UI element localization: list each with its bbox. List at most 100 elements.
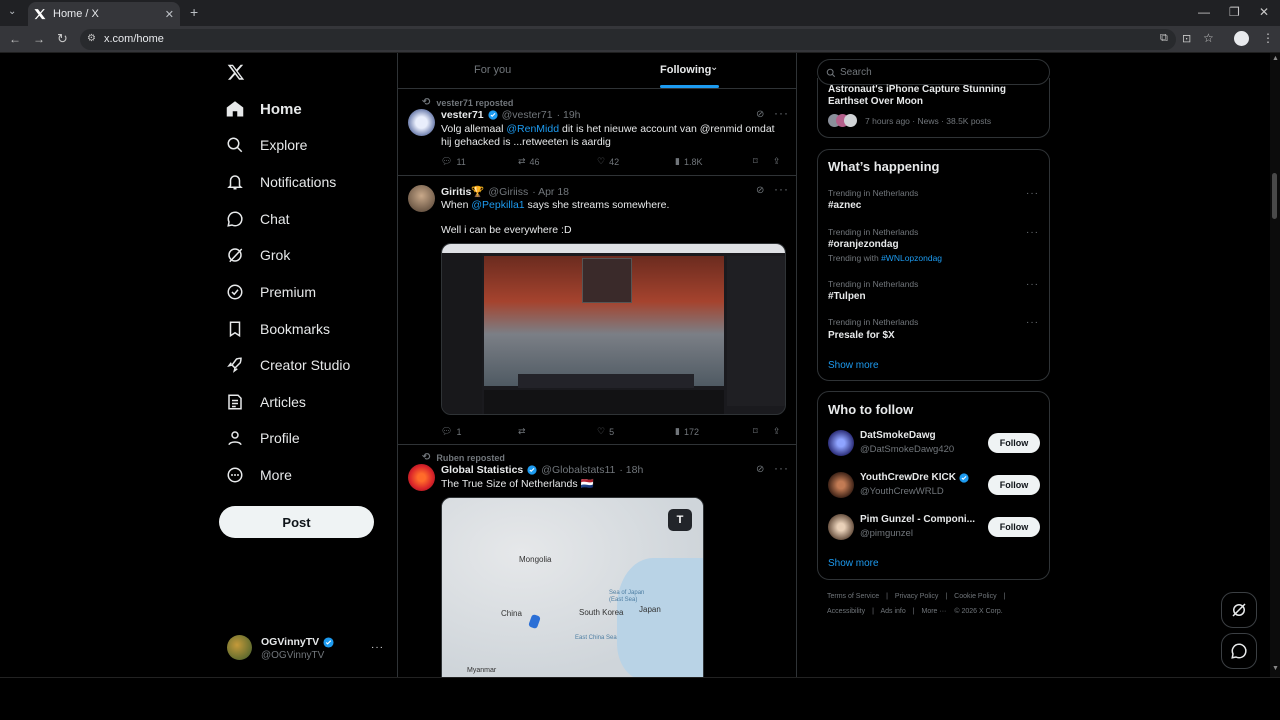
- map-translate-badge[interactable]: T: [668, 509, 692, 531]
- avatar[interactable]: [828, 514, 854, 540]
- trend-name[interactable]: #oranjezondag: [828, 239, 899, 250]
- nav-more[interactable]: More: [226, 461, 292, 489]
- trend-more-icon[interactable]: ···: [1026, 279, 1039, 290]
- restore-icon[interactable]: ❐: [1229, 5, 1240, 19]
- reply-button[interactable]: 💬︎ 1: [441, 426, 461, 437]
- reply-button[interactable]: 💬︎ 11: [441, 156, 466, 167]
- avatar[interactable]: [408, 185, 435, 212]
- grok-explain-icon[interactable]: ⊘: [756, 109, 764, 120]
- new-tab-icon[interactable]: +: [190, 4, 198, 20]
- url-field[interactable]: ⚙ x.com/home: [80, 29, 1176, 50]
- views-button[interactable]: ▮ 172: [675, 426, 699, 437]
- tweet-more-icon[interactable]: ···: [774, 182, 789, 196]
- nav-premium[interactable]: Premium: [226, 278, 316, 306]
- account-name-row[interactable]: OGVinnyTV: [261, 636, 334, 648]
- trend-name[interactable]: #aznec: [828, 200, 861, 211]
- nav-profile[interactable]: Profile: [226, 424, 300, 452]
- tweet-media-image[interactable]: [441, 243, 786, 415]
- follow-button[interactable]: Follow: [988, 433, 1040, 453]
- account-avatar[interactable]: [227, 635, 252, 660]
- tab-search-chevron-icon[interactable]: ⌄: [8, 6, 16, 17]
- x-logo-icon[interactable]: [227, 63, 245, 81]
- nav-chat[interactable]: Chat: [226, 205, 290, 233]
- post-button[interactable]: Post: [219, 506, 374, 538]
- window-close-icon[interactable]: ✕: [1259, 5, 1269, 19]
- forward-icon[interactable]: →: [33, 32, 45, 46]
- author-name[interactable]: vester71: [441, 109, 484, 121]
- nav-creator-studio[interactable]: Creator Studio: [226, 351, 350, 379]
- tweet-time[interactable]: · Apr 18: [532, 186, 569, 198]
- reload-icon[interactable]: ↻: [57, 31, 68, 47]
- like-button[interactable]: ♡ 5: [597, 426, 614, 437]
- footer-cookie-link[interactable]: Cookie Policy: [954, 593, 996, 600]
- follow-suggestion[interactable]: YouthCrewDre KICK @YouthCrewWRLD Follow: [828, 470, 1040, 500]
- follow-button[interactable]: Follow: [988, 475, 1040, 495]
- back-icon[interactable]: ←: [9, 32, 21, 46]
- grok-explain-icon[interactable]: ⊘: [756, 185, 764, 196]
- site-info-icon[interactable]: ⚙: [87, 33, 96, 44]
- follow-suggestion[interactable]: Pim Gunzel - Componi... @pimgunzel Follo…: [828, 512, 1040, 542]
- trends-show-more-link[interactable]: Show more: [828, 360, 879, 371]
- news-card[interactable]: Astronaut's iPhone Capture Stunning Eart…: [817, 78, 1050, 138]
- page-scrollbar[interactable]: ▲ ▼: [1270, 53, 1280, 677]
- trend-name[interactable]: Presale for $X: [828, 330, 895, 341]
- avatar[interactable]: [828, 472, 854, 498]
- scroll-down-icon[interactable]: ▼: [1272, 665, 1279, 672]
- bookmark-star-icon[interactable]: ☆: [1203, 31, 1214, 45]
- nav-articles[interactable]: Articles: [226, 388, 306, 416]
- tweet-media-map[interactable]: T Mongolia China South Korea Japan Sea o…: [441, 497, 704, 677]
- account-more-icon[interactable]: ···: [371, 642, 384, 653]
- browser-menu-icon[interactable]: ⋮: [1262, 31, 1274, 45]
- author-handle[interactable]: @Globalstats11: [541, 464, 615, 476]
- mention-link[interactable]: @Pepkilla1: [471, 199, 524, 211]
- footer-more-link[interactable]: More ···: [922, 608, 947, 615]
- footer-terms-link[interactable]: Terms of Service: [827, 593, 879, 600]
- author-handle[interactable]: @vester71: [502, 109, 553, 121]
- footer-ads-link[interactable]: Ads info: [880, 608, 905, 615]
- nav-grok[interactable]: Grok: [226, 241, 290, 269]
- avatar[interactable]: [828, 430, 854, 456]
- repost-button[interactable]: ⇄ 46: [518, 156, 540, 167]
- scroll-up-icon[interactable]: ▲: [1272, 55, 1279, 62]
- avatar[interactable]: [408, 109, 435, 136]
- author-handle[interactable]: @Giriiss: [488, 186, 528, 198]
- bookmark-icon[interactable]: ⌑: [753, 156, 758, 167]
- follow-show-more-link[interactable]: Show more: [828, 558, 879, 569]
- author-name[interactable]: Global Statistics: [441, 464, 523, 476]
- avatar[interactable]: [408, 464, 435, 491]
- minimize-icon[interactable]: —: [1198, 5, 1210, 19]
- chevron-down-icon[interactable]: ⌄: [710, 62, 718, 73]
- author-name[interactable]: Giritis🏆: [441, 185, 484, 198]
- messages-float-button[interactable]: [1221, 633, 1257, 669]
- tweet-time[interactable]: · 19h: [557, 109, 581, 121]
- follow-suggestion[interactable]: DatSmokeDawg @DatSmokeDawg420 Follow: [828, 428, 1040, 458]
- share-icon[interactable]: ⇪: [773, 426, 781, 437]
- footer-accessibility-link[interactable]: Accessibility: [827, 608, 865, 615]
- translate-icon[interactable]: ⧉: [1160, 32, 1168, 45]
- trend-more-icon[interactable]: ···: [1026, 227, 1039, 238]
- tab-for-you[interactable]: For you: [474, 64, 511, 76]
- trend-extra-link[interactable]: #WNLopzondag: [881, 253, 942, 263]
- scrollbar-thumb[interactable]: [1272, 173, 1277, 219]
- tweet[interactable]: ⟲ Ruben reposted Global Statistics @Glob…: [398, 446, 796, 677]
- footer-privacy-link[interactable]: Privacy Policy: [895, 593, 939, 600]
- bookmark-icon[interactable]: ⌑: [753, 426, 758, 437]
- browser-tab-home[interactable]: Home / X ✕: [28, 2, 180, 26]
- tweet[interactable]: Giritis🏆 @Giriiss · Apr 18 ⊘ ··· When @P…: [398, 177, 796, 445]
- nav-bookmarks[interactable]: Bookmarks: [226, 315, 330, 343]
- grok-explain-icon[interactable]: ⊘: [756, 464, 764, 475]
- nav-home[interactable]: Home: [226, 95, 302, 123]
- trend-more-icon[interactable]: ···: [1026, 188, 1039, 199]
- trend-name[interactable]: #Tulpen: [828, 291, 866, 302]
- nav-explore[interactable]: Explore: [226, 131, 307, 159]
- grok-float-button[interactable]: [1221, 592, 1257, 628]
- tab-close-icon[interactable]: ✕: [165, 8, 174, 21]
- mention-link[interactable]: @RenMidd: [506, 123, 559, 135]
- trend-more-icon[interactable]: ···: [1026, 317, 1039, 328]
- like-button[interactable]: ♡ 42: [597, 156, 619, 167]
- profile-avatar-icon[interactable]: [1234, 31, 1249, 46]
- tweet-more-icon[interactable]: ···: [774, 106, 789, 120]
- tweet[interactable]: ⟲ vester71 reposted vester71 @vester71 ·…: [398, 90, 796, 176]
- tweet-more-icon[interactable]: ···: [774, 461, 789, 475]
- share-icon[interactable]: ⇪: [773, 156, 781, 167]
